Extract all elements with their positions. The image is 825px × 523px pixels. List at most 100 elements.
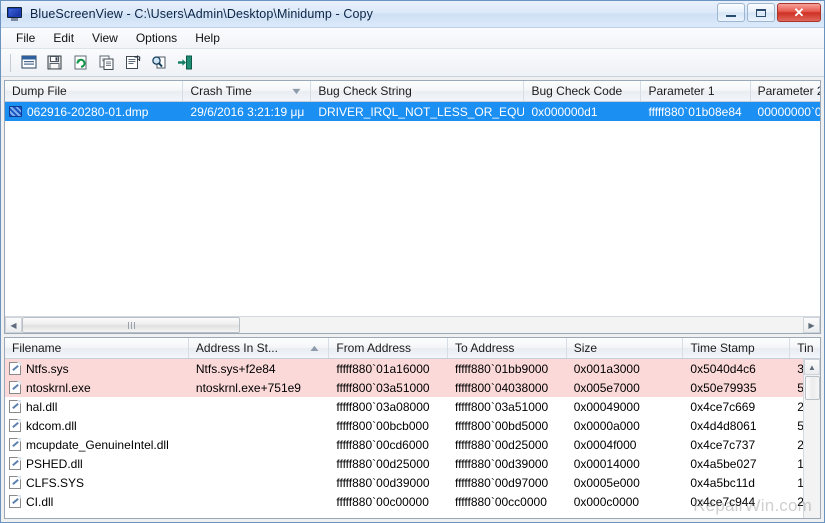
driver-rows-container: Ntfs.sysNtfs.sys+f2e84fffff880`01a16000f… <box>5 359 820 511</box>
filename-value: PSHED.dll <box>26 457 83 471</box>
driver-list-vertical-scrollbar[interactable]: ▲ <box>803 359 820 518</box>
cell-time-stamp: 0x5040d4c6 <box>683 362 790 376</box>
cell-filename: CI.dll <box>5 495 189 509</box>
column-label: From Address <box>336 341 411 355</box>
cell-filename: Ntfs.sys <box>5 362 189 376</box>
exit-glyph <box>177 55 193 70</box>
cell-from-address: fffff800`00bcb000 <box>329 419 448 433</box>
cell-size: 0x0005e000 <box>567 476 684 490</box>
table-row[interactable]: PSHED.dllfffff880`00d25000fffff880`00d39… <box>5 454 820 473</box>
column-label: Dump File <box>12 84 67 98</box>
column-header-filename[interactable]: Filename <box>5 338 189 358</box>
properties-icon[interactable] <box>17 52 40 74</box>
crash-list-body[interactable]: 062916-20280-01.dmp 29/6/2016 3:21:19 μμ… <box>5 102 820 316</box>
close-icon: ✕ <box>794 6 805 19</box>
menu-item-options[interactable]: Options <box>127 29 186 47</box>
driver-file-icon <box>9 419 21 432</box>
refresh-icon[interactable] <box>69 52 92 74</box>
scroll-track[interactable] <box>22 317 803 333</box>
sort-descending-icon: ▼ <box>290 86 303 96</box>
crash-list-horizontal-scrollbar[interactable]: ◀ ▶ <box>5 316 820 333</box>
column-header-to-address[interactable]: To Address <box>448 338 567 358</box>
column-label: To Address <box>455 341 514 355</box>
window-path: C:\Users\Admin\Desktop\Minidump - Copy <box>134 7 373 21</box>
scroll-up-arrow-icon[interactable]: ▲ <box>804 359 820 375</box>
monitor-icon <box>7 7 23 21</box>
driver-list-body[interactable]: Ntfs.sysNtfs.sys+f2e84fffff880`01a16000f… <box>5 359 820 518</box>
table-row[interactable]: kdcom.dllfffff800`00bcb000fffff800`00bd5… <box>5 416 820 435</box>
column-header-parameter-1[interactable]: Parameter 1 <box>641 81 750 101</box>
copy-icon[interactable] <box>95 52 118 74</box>
column-header-address-in-stack[interactable]: Address In St... ▲ <box>189 338 329 358</box>
cell-from-address: fffff800`03a08000 <box>329 400 448 414</box>
window-title: BlueScreenView - C:\Users\Admin\Desktop\… <box>30 7 373 21</box>
column-label: Time Stamp <box>690 341 754 355</box>
exit-icon[interactable] <box>173 52 196 74</box>
cell-time-stamp: 0x4a5bc11d <box>683 476 790 490</box>
menu-item-help[interactable]: Help <box>186 29 229 47</box>
cell-address-in-stack: ntoskrnl.exe+751e9 <box>189 381 329 395</box>
driver-list-pane: Filename Address In St... ▲ From Address… <box>4 337 821 519</box>
table-row[interactable]: Ntfs.sysNtfs.sys+f2e84fffff880`01a16000f… <box>5 359 820 378</box>
cell-from-address: fffff800`03a51000 <box>329 381 448 395</box>
crash-list-header: Dump File Crash Time ▼ Bug Check String … <box>5 81 820 102</box>
column-header-parameter-2[interactable]: Parameter 2 <box>751 81 820 101</box>
column-header-dump-file[interactable]: Dump File <box>5 81 183 101</box>
driver-file-icon <box>9 362 21 375</box>
toolbar <box>1 49 824 77</box>
filename-value: mcupdate_GenuineIntel.dll <box>26 438 169 452</box>
cell-bug-check-string: DRIVER_IRQL_NOT_LESS_OR_EQUAL <box>311 105 524 119</box>
cell-to-address: fffff800`04038000 <box>448 381 567 395</box>
cell-to-address: fffff880`00cc0000 <box>448 495 567 509</box>
column-header-crash-time[interactable]: Crash Time ▼ <box>183 81 311 101</box>
table-row[interactable]: hal.dllfffff800`03a08000fffff800`03a5100… <box>5 397 820 416</box>
scroll-grip-icon <box>128 322 135 329</box>
cell-filename: mcupdate_GenuineIntel.dll <box>5 438 189 452</box>
scroll-thumb[interactable] <box>22 317 240 333</box>
cell-size: 0x0004f000 <box>567 438 684 452</box>
table-row[interactable]: 062916-20280-01.dmp 29/6/2016 3:21:19 μμ… <box>5 102 820 121</box>
column-label: Crash Time <box>190 84 251 98</box>
properties-glyph <box>21 55 37 70</box>
column-header-time-string[interactable]: Tin <box>790 338 820 358</box>
driver-file-icon <box>9 476 21 489</box>
column-label: Tin <box>797 341 813 355</box>
minimize-button[interactable] <box>717 3 745 22</box>
maximize-button[interactable] <box>747 3 775 22</box>
menu-item-edit[interactable]: Edit <box>44 29 83 47</box>
dump-file-icon <box>9 106 22 117</box>
html-report-icon[interactable] <box>121 52 144 74</box>
column-label: Parameter 2 <box>758 84 820 98</box>
menu-item-view[interactable]: View <box>83 29 127 47</box>
close-button[interactable]: ✕ <box>777 3 821 22</box>
table-row[interactable]: ntoskrnl.exentoskrnl.exe+751e9fffff800`0… <box>5 378 820 397</box>
toolbar-divider <box>10 54 11 72</box>
column-header-from-address[interactable]: From Address <box>329 338 448 358</box>
table-row[interactable]: CI.dllfffff880`00c00000fffff880`00cc0000… <box>5 492 820 511</box>
cell-time-stamp: 0x50e79935 <box>683 381 790 395</box>
save-icon[interactable] <box>43 52 66 74</box>
scroll-right-arrow-icon[interactable]: ▶ <box>803 317 820 333</box>
cell-size: 0x00049000 <box>567 400 684 414</box>
column-header-time-stamp[interactable]: Time Stamp <box>683 338 790 358</box>
column-header-bug-check-string[interactable]: Bug Check String <box>311 81 524 101</box>
sort-ascending-icon: ▲ <box>308 343 321 353</box>
find-icon[interactable] <box>147 52 170 74</box>
cell-filename: CLFS.SYS <box>5 476 189 490</box>
cell-filename: PSHED.dll <box>5 457 189 471</box>
minimize-icon <box>726 15 736 17</box>
table-row[interactable]: mcupdate_GenuineIntel.dllfffff880`00cd60… <box>5 435 820 454</box>
column-header-size[interactable]: Size <box>567 338 684 358</box>
find-glyph <box>151 55 167 70</box>
title-bar: BlueScreenView - C:\Users\Admin\Desktop\… <box>1 1 824 28</box>
copy-glyph <box>99 55 115 70</box>
cell-time-stamp: 0x4ce7c737 <box>683 438 790 452</box>
table-row[interactable]: CLFS.SYSfffff880`00d39000fffff880`00d970… <box>5 473 820 492</box>
column-header-bug-check-code[interactable]: Bug Check Code <box>524 81 641 101</box>
driver-list-header: Filename Address In St... ▲ From Address… <box>5 338 820 359</box>
menu-item-file[interactable]: File <box>7 29 44 47</box>
scroll-left-arrow-icon[interactable]: ◀ <box>5 317 22 333</box>
cell-time-stamp: 0x4d4d8061 <box>683 419 790 433</box>
cell-time-stamp: 0x4ce7c944 <box>683 495 790 509</box>
scroll-thumb[interactable] <box>805 376 820 400</box>
